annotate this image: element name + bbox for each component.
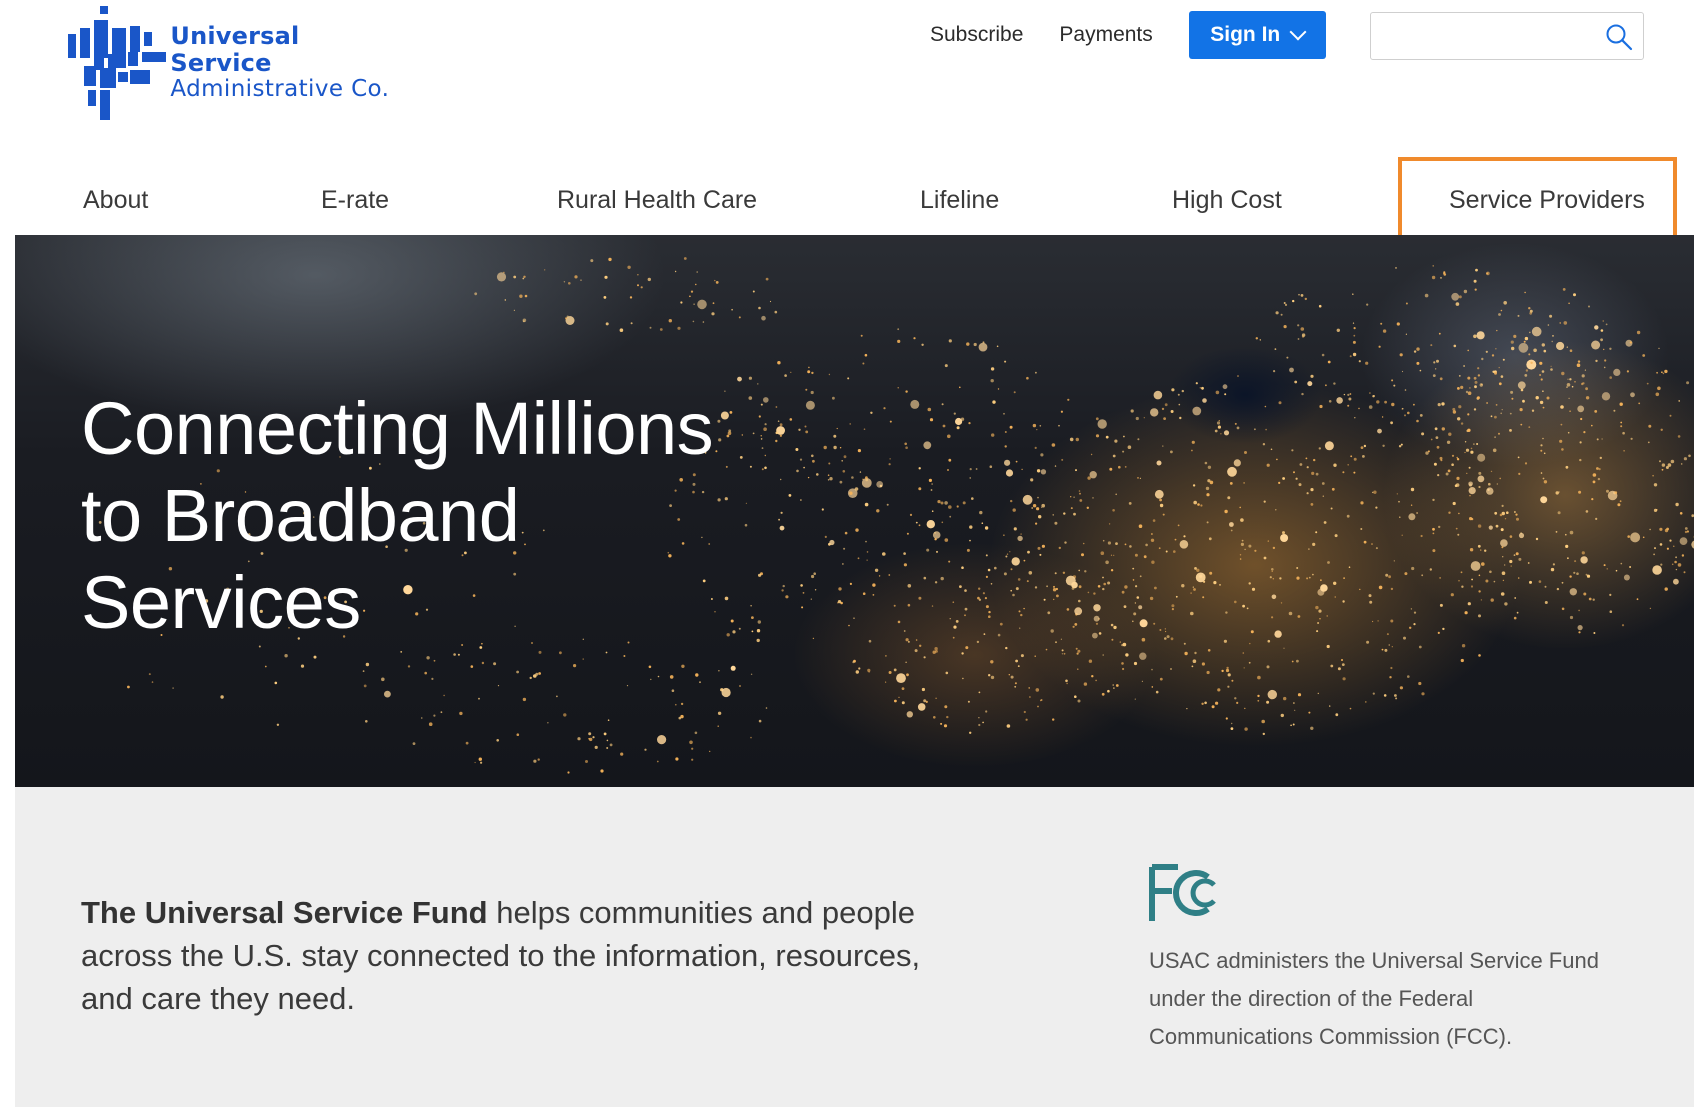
hero-title-line1: Connecting Millions [81, 387, 714, 470]
fcc-logo-icon[interactable] [1148, 863, 1222, 923]
sign-in-label: Sign In [1210, 23, 1281, 46]
search-input[interactable] [1381, 13, 1601, 57]
hero-title: Connecting Millions to Broadband Service… [81, 385, 781, 646]
hero-title-line3: Services [81, 561, 361, 644]
sign-in-button[interactable]: Sign In [1188, 11, 1326, 59]
search-icon[interactable] [1605, 23, 1633, 51]
nav-item-e-rate[interactable]: E-rate [321, 186, 389, 215]
hero-banner: Connecting Millions to Broadband Service… [15, 235, 1694, 787]
usac-logo[interactable]: Universal Service Administrative Co. [66, 6, 396, 120]
logo-name-line2: Administrative Co. [170, 76, 390, 102]
usac-logo-mark-icon [66, 6, 166, 120]
site-header: Universal Service Administrative Co. Sub… [0, 0, 1694, 248]
nav-item-high-cost[interactable]: High Cost [1172, 186, 1282, 215]
nav-item-about[interactable]: About [83, 186, 148, 215]
logo-name-line1: Universal Service [170, 22, 300, 78]
hero-title-line2: to Broadband [81, 474, 520, 557]
subscribe-link[interactable]: Subscribe [930, 23, 1023, 47]
utility-nav: Subscribe Payments Sign In [930, 11, 1326, 59]
nav-item-lifeline[interactable]: Lifeline [920, 186, 999, 215]
mission-section: The Universal Service Fund helps communi… [15, 787, 1694, 1107]
mission-bold: The Universal Service Fund [81, 895, 488, 930]
mission-statement: The Universal Service Fund helps communi… [81, 891, 941, 1020]
nav-item-rural-health-care[interactable]: Rural Health Care [557, 186, 757, 215]
chevron-down-icon [1289, 23, 1307, 41]
payments-link[interactable]: Payments [1059, 23, 1152, 47]
search-box [1370, 12, 1644, 60]
fcc-description: USAC administers the Universal Service F… [1149, 948, 1599, 1049]
